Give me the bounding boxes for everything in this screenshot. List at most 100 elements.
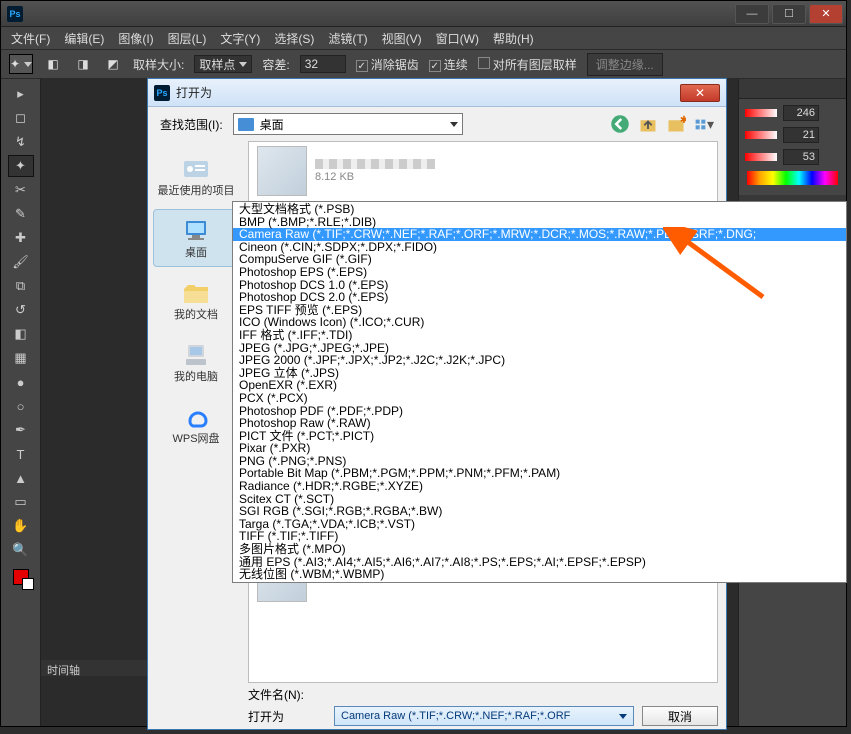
shape-tool[interactable]: ▭ [8, 491, 34, 513]
eyedropper-mode-icon2[interactable]: ◨ [73, 54, 93, 74]
magic-wand-tool[interactable]: ✦ [8, 155, 34, 177]
file-item[interactable]: 8.12 KB [249, 142, 717, 200]
eyedropper-mode-icon3[interactable]: ◩ [103, 54, 123, 74]
format-option[interactable]: OpenEXR (*.EXR) [233, 379, 846, 392]
format-option[interactable]: Pixar (*.PXR) [233, 442, 846, 455]
view-menu-button[interactable]: ▾ [694, 114, 714, 134]
format-option[interactable]: Photoshop Raw (*.RAW) [233, 417, 846, 430]
menu-item[interactable]: 滤镜(T) [322, 28, 373, 49]
hand-tool[interactable]: ✋ [8, 515, 34, 537]
menu-item[interactable]: 编辑(E) [58, 28, 110, 49]
color-panel-header[interactable] [739, 79, 846, 99]
places-label: 我的文档 [174, 309, 218, 321]
type-tool[interactable]: T [8, 443, 34, 465]
new-folder-button[interactable]: ✱ [666, 114, 686, 134]
lasso-tool[interactable]: ↯ [8, 131, 34, 153]
background-color[interactable] [22, 578, 34, 590]
format-option[interactable]: SGI RGB (*.SGI;*.RGB;*.RGBA;*.BW) [233, 505, 846, 518]
format-option[interactable]: 无线位图 (*.WBM;*.WBMP) [233, 568, 846, 581]
menu-item[interactable]: 帮助(H) [487, 28, 540, 49]
contiguous-checkbox[interactable] [429, 60, 441, 72]
eyedropper-tool[interactable]: ✎ [8, 203, 34, 225]
places-item[interactable]: 我的电脑 [153, 333, 239, 391]
r-slider[interactable] [745, 109, 777, 117]
tolerance-input[interactable]: 32 [300, 55, 346, 73]
options-bar: ✦ ◧ ◨ ◩ 取样大小: 取样点 容差: 32 消除锯齿 连续 对所有图层取样… [1, 49, 846, 79]
format-option[interactable]: Camera Raw (*.TIF;*.CRW;*.NEF;*.RAF;*.OR… [233, 228, 846, 241]
format-option[interactable]: JPEG 2000 (*.JPF;*.JPX;*.JP2;*.J2C;*.J2K… [233, 354, 846, 367]
brush-tool[interactable]: 🖌 [8, 251, 34, 273]
back-button[interactable] [610, 114, 630, 134]
dodge-tool[interactable]: ○ [8, 395, 34, 417]
format-option[interactable]: Photoshop EPS (*.EPS) [233, 266, 846, 279]
places-label: WPS网盘 [172, 433, 219, 445]
minimize-button[interactable]: — [735, 4, 769, 24]
dialog-title: 打开为 [176, 84, 212, 101]
close-button[interactable]: ✕ [809, 4, 843, 24]
chevron-down-icon [450, 122, 458, 127]
dialog-close-button[interactable]: ✕ [680, 84, 720, 102]
stamp-tool[interactable]: ⧉ [8, 275, 34, 297]
lookin-dropdown[interactable]: 桌面 [233, 113, 463, 135]
format-option[interactable]: PCX (*.PCX) [233, 392, 846, 405]
refine-edge-button[interactable]: 调整边缘... [587, 53, 663, 76]
dialog-app-icon: Ps [154, 85, 170, 101]
crop-tool[interactable]: ✂ [8, 179, 34, 201]
menu-item[interactable]: 视图(V) [376, 28, 428, 49]
healing-tool[interactable]: ✚ [8, 227, 34, 249]
file-thumbnail [257, 146, 307, 196]
up-folder-button[interactable] [638, 114, 658, 134]
zoom-tool[interactable]: 🔍 [8, 539, 34, 561]
eraser-tool[interactable]: ◧ [8, 323, 34, 345]
format-option[interactable]: 多图片格式 (*.MPO) [233, 543, 846, 556]
tool-preset-button[interactable]: ✦ [9, 54, 33, 74]
b-slider[interactable] [745, 153, 777, 161]
lookin-value: 桌面 [260, 116, 284, 133]
all-layers-checkbox[interactable] [478, 57, 490, 69]
lookin-label: 查找范围(I): [160, 116, 223, 133]
spectrum-ramp[interactable] [747, 171, 838, 185]
history-brush-tool[interactable]: ↺ [8, 299, 34, 321]
places-item[interactable]: 最近使用的项目 [153, 147, 239, 205]
g-slider[interactable] [745, 131, 777, 139]
desktop-icon [238, 118, 254, 131]
marquee-tool[interactable]: ◻ [8, 107, 34, 129]
places-label: 我的电脑 [174, 371, 218, 383]
dialog-titlebar[interactable]: Ps 打开为 ✕ [148, 79, 726, 107]
r-value[interactable]: 246 [783, 105, 819, 121]
foreground-color[interactable] [13, 569, 29, 585]
pen-tool[interactable]: ✒ [8, 419, 34, 441]
maximize-button[interactable]: ☐ [772, 4, 806, 24]
format-option[interactable]: Radiance (*.HDR;*.RGBE;*.XYZE) [233, 480, 846, 493]
menu-item[interactable]: 文件(F) [5, 28, 56, 49]
tolerance-label: 容差: [262, 56, 289, 73]
format-option[interactable]: PICT 文件 (*.PCT;*.PICT) [233, 430, 846, 443]
menu-item[interactable]: 文字(Y) [214, 28, 266, 49]
g-value[interactable]: 21 [783, 127, 819, 143]
gradient-tool[interactable]: ▦ [8, 347, 34, 369]
filetype-popup[interactable]: 大型文档格式 (*.PSB)BMP (*.BMP;*.RLE;*.DIB)Cam… [232, 201, 847, 583]
blur-tool[interactable]: ● [8, 371, 34, 393]
places-item[interactable]: WPS网盘 [153, 395, 239, 453]
chevron-down-icon [619, 714, 627, 719]
filetype-dropdown[interactable]: Camera Raw (*.TIF;*.CRW;*.NEF;*.RAF;*.OR… [334, 706, 634, 726]
b-value[interactable]: 53 [783, 149, 819, 165]
cancel-button[interactable]: 取消 [642, 706, 718, 726]
eyedropper-mode-icon[interactable]: ◧ [43, 54, 63, 74]
places-item[interactable]: 我的文档 [153, 271, 239, 329]
menu-item[interactable]: 窗口(W) [430, 28, 485, 49]
format-option[interactable]: 大型文档格式 (*.PSB) [233, 203, 846, 216]
window-titlebar[interactable]: Ps — ☐ ✕ [1, 1, 846, 27]
places-label: 桌面 [185, 247, 207, 259]
menu-item[interactable]: 选择(S) [268, 28, 320, 49]
sample-size-dropdown[interactable]: 取样点 [194, 55, 252, 73]
path-select-tool[interactable]: ▲ [8, 467, 34, 489]
format-option[interactable]: Photoshop DCS 2.0 (*.EPS) [233, 291, 846, 304]
file-name [315, 159, 435, 169]
format-option[interactable]: IFF 格式 (*.IFF;*.TDI) [233, 329, 846, 342]
menu-item[interactable]: 图像(I) [112, 28, 159, 49]
move-tool[interactable]: ▸ [8, 83, 34, 105]
places-item[interactable]: 桌面 [153, 209, 239, 267]
menu-item[interactable]: 图层(L) [162, 28, 213, 49]
antialias-checkbox[interactable] [356, 60, 368, 72]
